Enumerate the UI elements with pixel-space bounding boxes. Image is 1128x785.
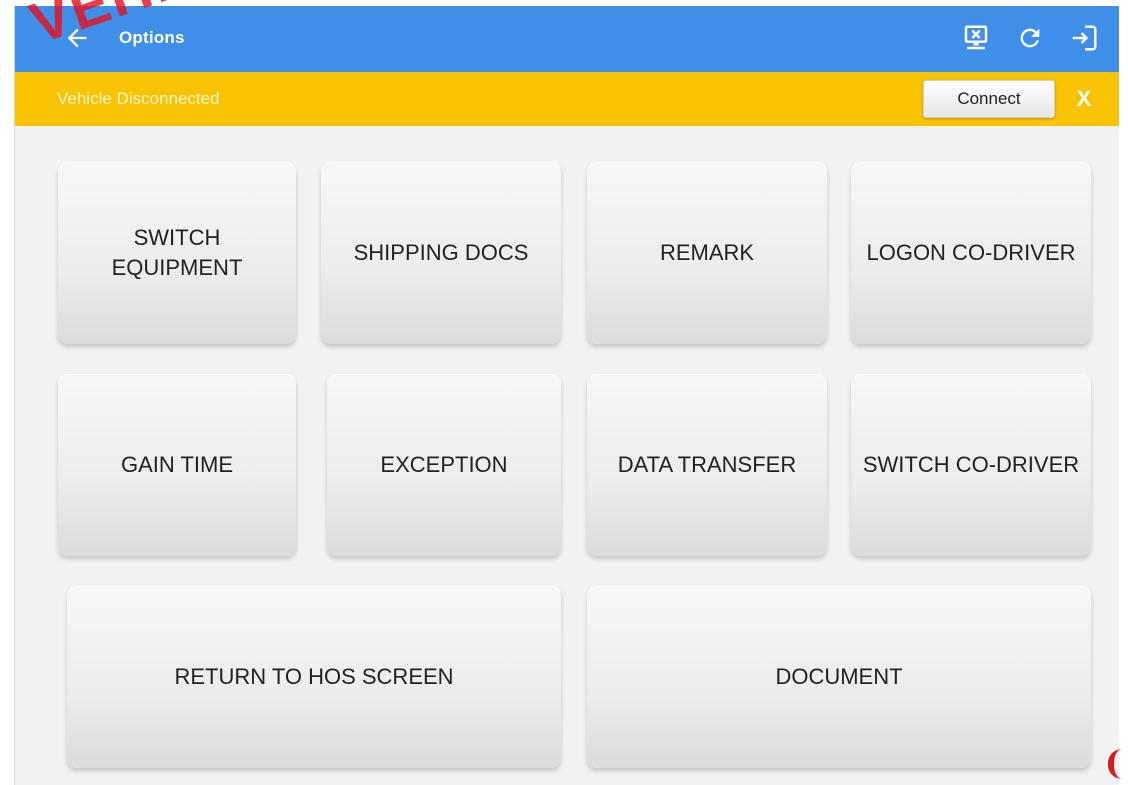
logout-icon[interactable]: [1067, 21, 1101, 55]
data-transfer-button[interactable]: DATA TRANSFER: [587, 374, 827, 556]
return-to-hos-screen-button[interactable]: RETURN TO HOS SCREEN: [67, 586, 561, 768]
app-bar-actions: [959, 20, 1101, 56]
switch-co-driver-button[interactable]: SWITCH CO-DRIVER: [851, 374, 1091, 556]
connect-button[interactable]: Connect: [923, 80, 1055, 118]
back-arrow-icon[interactable]: [63, 24, 91, 52]
app-bar: Options: [15, 6, 1119, 72]
gain-time-button[interactable]: GAIN TIME: [58, 374, 296, 556]
page-title: Options: [119, 28, 185, 47]
app-window: Options Vehicle Disconnected Connect X S…: [14, 6, 1119, 785]
dismiss-banner-button[interactable]: X: [1071, 84, 1097, 114]
exception-button[interactable]: EXCEPTION: [327, 374, 561, 556]
switch-equipment-button[interactable]: SWITCH EQUIPMENT: [58, 162, 296, 344]
refresh-icon[interactable]: [1013, 21, 1047, 55]
banner-message: Vehicle Disconnected: [57, 89, 220, 108]
connection-banner: Vehicle Disconnected Connect X: [15, 72, 1119, 126]
options-grid: SWITCH EQUIPMENT SHIPPING DOCS REMARK LO…: [15, 126, 1119, 785]
vehicle-disconnected-icon[interactable]: [959, 21, 993, 55]
shipping-docs-button[interactable]: SHIPPING DOCS: [321, 162, 561, 344]
logon-co-driver-button[interactable]: LOGON CO-DRIVER: [851, 162, 1091, 344]
remark-button[interactable]: REMARK: [587, 162, 827, 344]
document-button[interactable]: DOCUMENT: [587, 586, 1091, 768]
